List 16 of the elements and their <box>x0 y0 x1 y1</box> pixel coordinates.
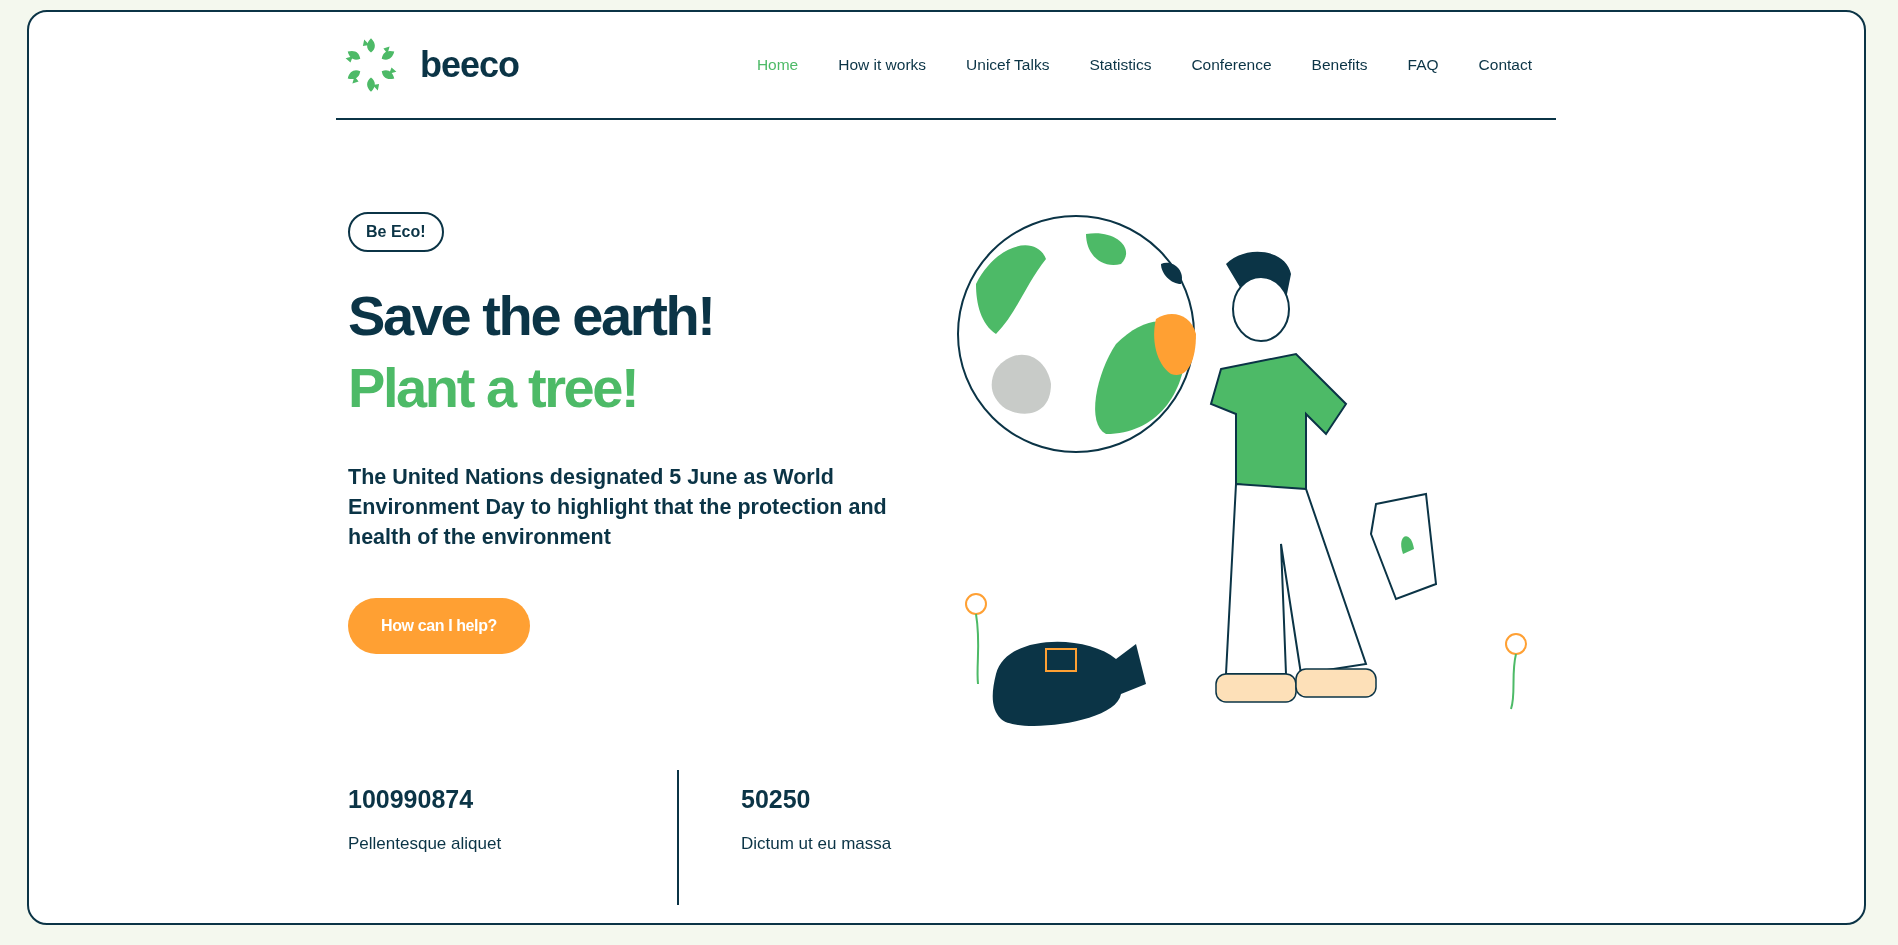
headline-accent: Plant a tree! <box>348 356 638 419</box>
nav-link[interactable]: Conference <box>1191 56 1272 74</box>
logo-text: beeco <box>420 44 520 86</box>
nav-link[interactable]: How it works <box>838 56 927 74</box>
nav-link[interactable]: Contact <box>1478 56 1532 74</box>
nav-link[interactable]: Statistics <box>1089 56 1152 74</box>
stat-value: 50250 <box>741 785 812 814</box>
nav-link[interactable]: FAQ <box>1407 56 1439 74</box>
eco-badge: Be Eco! <box>348 212 444 252</box>
nav-link[interactable]: Unicef Talks <box>966 56 1050 74</box>
stat-label: Dictum ut eu massa <box>741 834 892 854</box>
hero-description: The United Nations designated 5 June as World Environment Day to highlight that the protection and health of the environment <box>348 464 888 551</box>
stat-label: Pellentesque aliquet <box>348 834 503 854</box>
nav-link[interactable]: Benefits <box>1311 56 1368 74</box>
stat-value: 100990874 <box>348 785 475 814</box>
headline: Save the earth! <box>348 284 714 347</box>
